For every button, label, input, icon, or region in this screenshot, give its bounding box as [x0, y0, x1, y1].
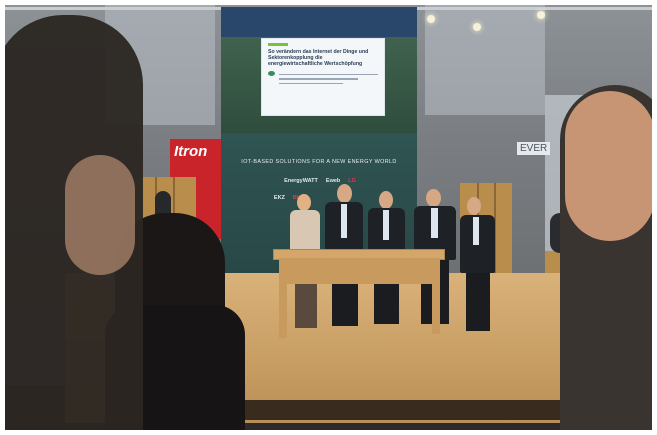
- sponsor-logo: EKZ: [273, 195, 285, 201]
- right-booth-sign: EVER: [517, 142, 551, 155]
- stage-light: [427, 15, 435, 23]
- foreground-face-right: [565, 91, 652, 241]
- slide-logo-icon: [268, 71, 275, 76]
- sponsor-logos-row-2: EKZ BKW: [245, 195, 335, 201]
- slide-text-line: [279, 82, 344, 85]
- sponsor-logo: LG: [348, 178, 356, 184]
- sponsor-logos-row-1: EnergyWATT Eweb LG: [245, 178, 395, 184]
- stage-light: [537, 11, 545, 19]
- slide-title: So verändern das Internet der Dinge und …: [268, 49, 369, 67]
- panel-table-leg: [432, 258, 440, 334]
- slide-text-line: [279, 78, 359, 80]
- foreground-face-left: [65, 155, 135, 275]
- wall-header: [221, 7, 417, 37]
- presentation-slide: So verändern das Internet der Dinge und …: [261, 38, 385, 116]
- stage-light: [473, 23, 481, 31]
- panel-table-leg: [279, 258, 287, 338]
- panel-table-front: [281, 258, 435, 284]
- sponsor-logo: Eweb: [325, 178, 341, 184]
- sponsor-logo: EnergyWATT: [284, 178, 318, 184]
- event-photo: EVER Itron So verändern das Internet der…: [5, 5, 652, 430]
- hall-window-right: [425, 5, 545, 115]
- itron-logo-text: Itron: [174, 143, 208, 160]
- slide-accent-bar: [268, 43, 288, 46]
- slide-text-line: [279, 74, 378, 76]
- wall-tagline: IOT-BASED SOLUTIONS FOR A NEW ENERGY WOR…: [241, 159, 397, 165]
